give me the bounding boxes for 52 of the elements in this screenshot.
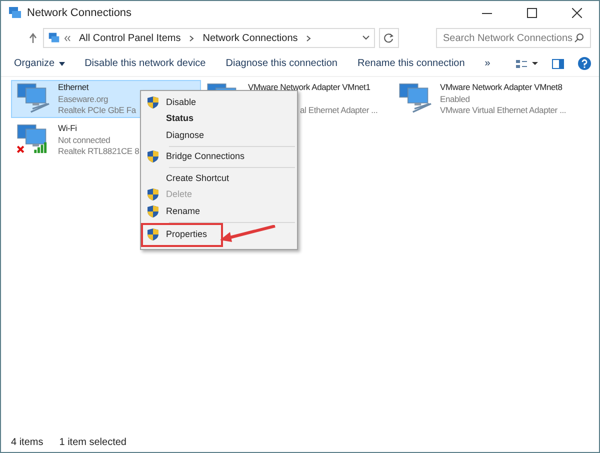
toolbar-action[interactable]: Diagnose this connection xyxy=(226,56,338,71)
shield-icon xyxy=(147,188,159,202)
item-count: 4 items xyxy=(11,436,44,450)
connection-name: VMware Network Adapter VMnet1 xyxy=(248,82,372,94)
breadcrumb[interactable]: All Control Panel Items xyxy=(79,30,181,46)
connection-status: Enabled xyxy=(440,94,471,105)
network-folder-icon xyxy=(48,32,60,44)
close-icon xyxy=(572,8,582,18)
search-field[interactable]: Search Network Connections xyxy=(436,28,591,48)
caret-icon xyxy=(58,62,65,66)
maximize-icon xyxy=(526,8,536,18)
address-bar[interactable]: All Control Panel Items Network Connections xyxy=(43,28,375,48)
help-icon[interactable] xyxy=(578,57,591,70)
double-chevron-icon xyxy=(64,34,71,42)
connection-status: Not connected xyxy=(58,134,112,146)
window-title: Network Connections xyxy=(27,6,132,21)
connection-name: Ethernet xyxy=(58,82,90,94)
back-arrow-icon[interactable] xyxy=(27,32,39,44)
shield-icon xyxy=(147,150,159,164)
toolbar-action[interactable]: Rename this connection xyxy=(358,56,465,71)
refresh-button[interactable] xyxy=(379,28,399,48)
selection-count: 1 item selected xyxy=(59,436,126,450)
connection-name: Wi-Fi xyxy=(58,123,78,134)
view-options-icon[interactable] xyxy=(516,58,538,68)
connection-device: al Ethernet Adapter ... xyxy=(300,105,378,116)
organize-menu-button[interactable]: Organize xyxy=(14,56,65,71)
menu-item[interactable]: Create Shortcut xyxy=(143,170,295,186)
shield-icon xyxy=(147,96,159,109)
refresh-icon xyxy=(384,33,394,43)
menu-item[interactable]: Properties xyxy=(143,224,221,244)
shield-icon xyxy=(147,204,159,218)
dropdown-chevron-icon[interactable] xyxy=(362,35,370,41)
chevron-right-icon xyxy=(306,34,312,42)
menu-item[interactable]: Diagnose xyxy=(143,127,295,144)
menu-item[interactable]: Rename xyxy=(143,203,295,220)
toolbar-action[interactable]: Disable this network device xyxy=(84,56,206,71)
preview-pane-icon[interactable] xyxy=(552,58,564,68)
more-button[interactable]: » xyxy=(484,56,490,71)
search-icon xyxy=(574,33,584,43)
shield-icon xyxy=(147,228,159,241)
chevron-right-icon xyxy=(188,34,195,42)
connection-name: VMware Network Adapter VMnet8 xyxy=(440,82,564,94)
connection-device: Realtek RTL8821CE 8 xyxy=(58,146,140,158)
breadcrumb[interactable]: Network Connections xyxy=(202,30,298,46)
connection-item[interactable]: VMware Network Adapter VMnet8 Enabled VMware Virtual Ethernet Adapter ... xyxy=(393,80,593,118)
pointer-arrow-drawing xyxy=(220,225,276,243)
connection-device: Realtek PCIe GbE Fa xyxy=(58,105,136,116)
network-folder-icon xyxy=(8,6,22,20)
minimize-icon xyxy=(482,12,492,14)
connection-status: Easeware.org xyxy=(58,94,110,105)
connection-device: VMware Virtual Ethernet Adapter ... xyxy=(440,105,566,116)
menu-item[interactable]: Bridge Connections xyxy=(143,148,295,165)
